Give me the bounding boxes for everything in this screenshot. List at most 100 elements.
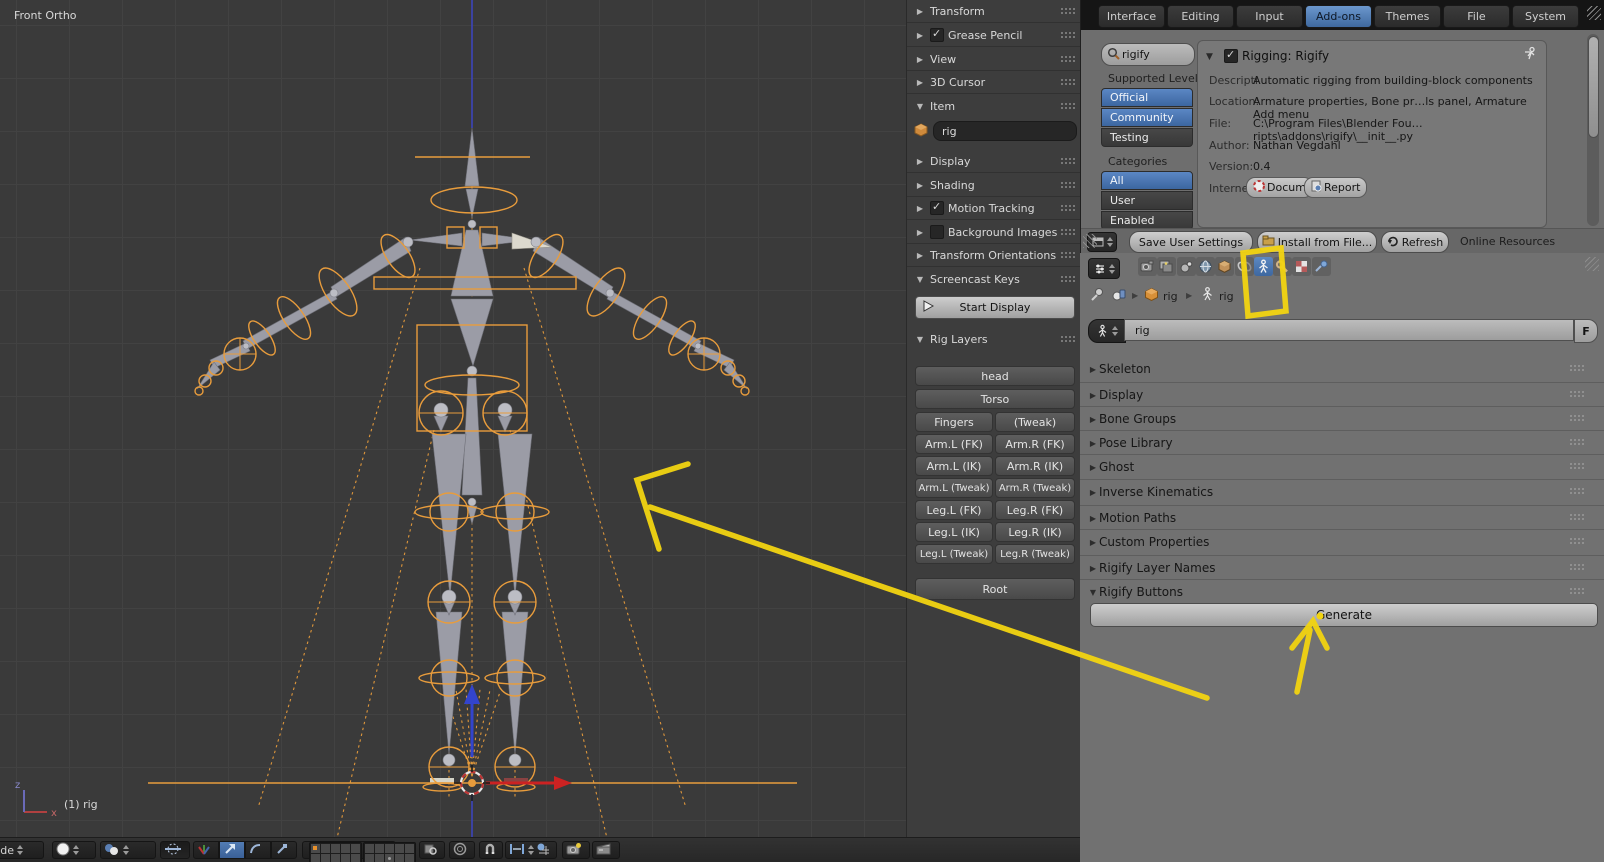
tab-constraints[interactable] (1235, 257, 1254, 276)
panel-grip[interactable] (1569, 587, 1584, 595)
opengl-render-button[interactable] (562, 841, 590, 859)
panel-header-rigify-layer-names[interactable]: Rigify Layer Names (1080, 555, 1604, 580)
save-user-settings-button[interactable]: Save User Settings (1129, 231, 1253, 253)
scrollbar-thumb[interactable] (1588, 36, 1599, 138)
manipulator-rotate-button[interactable] (245, 841, 271, 859)
tab-input[interactable]: Input (1236, 5, 1303, 28)
rig-layer-armL-fk-button[interactable]: Arm.L (FK) (915, 434, 993, 454)
expand-arrow-icon[interactable]: ▼ (1206, 52, 1213, 62)
addon-search-field[interactable] (1101, 43, 1195, 66)
panel-header-transform[interactable]: Transform (907, 0, 1081, 23)
level-official-button[interactable]: Official (1101, 88, 1193, 107)
tab-texture[interactable] (1292, 257, 1311, 276)
panel-grip[interactable] (1569, 563, 1584, 571)
tab-file[interactable]: File (1443, 5, 1510, 28)
pivot-point-dropdown[interactable] (100, 841, 156, 859)
window-resize-grip[interactable] (1083, 234, 1097, 248)
panel-grip[interactable] (1060, 335, 1075, 343)
lock-to-scene-button[interactable] (419, 841, 445, 859)
category-user-button[interactable]: User (1101, 191, 1193, 210)
armature-name-input[interactable] (1135, 324, 1573, 337)
rig-layer-armL-ik-button[interactable]: Arm.L (IK) (915, 456, 993, 476)
editor-type-selector[interactable] (1088, 258, 1120, 279)
panel-grip[interactable] (1060, 228, 1075, 236)
panel-grip[interactable] (1569, 364, 1584, 372)
panel-header-display[interactable]: Display (907, 150, 1081, 173)
addon-entry-rigify[interactable]: ▼ Rigging: Rigify Descripti Automatic ri… (1197, 40, 1547, 228)
tab-editing[interactable]: Editing (1167, 5, 1234, 28)
rig-layer-armR-tweak-button[interactable]: Arm.R (Tweak) (995, 478, 1075, 498)
search-input[interactable] (1122, 48, 1184, 61)
item-name-field[interactable] (933, 121, 1077, 141)
panel-header-3d-cursor[interactable]: 3D Cursor (907, 71, 1081, 94)
grease-pencil-checkbox[interactable] (930, 28, 944, 42)
window-resize-grip[interactable] (1587, 6, 1601, 20)
item-name-input[interactable] (942, 125, 1068, 138)
tab-render-layers[interactable] (1157, 257, 1176, 276)
viewport-shading-dropdown[interactable] (52, 841, 96, 859)
manipulator-translate-button[interactable] (219, 841, 245, 859)
rig-layer-legL-ik-button[interactable]: Leg.L (IK) (915, 522, 993, 542)
layers-grid-1[interactable] (309, 842, 362, 862)
manipulator-toggle-button[interactable] (160, 841, 190, 859)
panel-grip[interactable] (1060, 7, 1075, 15)
panel-header-view[interactable]: View (907, 48, 1081, 71)
rig-layer-legR-tweak-button[interactable]: Leg.R (Tweak) (995, 544, 1075, 564)
panel-header-inverse-kinematics[interactable]: Inverse Kinematics (1080, 479, 1604, 504)
scene-context-icon[interactable] (1112, 287, 1127, 305)
panel-header-bone-groups[interactable]: Bone Groups (1080, 406, 1604, 431)
online-resources-link[interactable]: Online Resources (1460, 235, 1555, 248)
panel-grip[interactable] (1569, 462, 1584, 470)
addon-list-scrollbar[interactable] (1587, 34, 1599, 226)
armature-name-field[interactable] (1124, 319, 1574, 341)
panel-header-ghost[interactable]: Ghost (1080, 454, 1604, 479)
tab-addons[interactable]: Add-ons (1305, 5, 1372, 28)
panel-header-skeleton[interactable]: Skeleton (1080, 357, 1604, 381)
addon-enabled-checkbox[interactable] (1224, 49, 1238, 63)
proportional-edit-dropdown[interactable] (449, 841, 475, 859)
layers-grid-2[interactable] (363, 842, 416, 862)
level-community-button[interactable]: Community (1101, 108, 1193, 127)
panel-grip[interactable] (1060, 204, 1075, 212)
rig-layer-legR-fk-button[interactable]: Leg.R (FK) (995, 500, 1075, 520)
tab-object[interactable] (1215, 257, 1234, 276)
panel-header-background-images[interactable]: Background Images (907, 221, 1081, 244)
tab-scene[interactable] (1177, 257, 1196, 276)
rig-layer-root-button[interactable]: Root (915, 578, 1075, 600)
panel-grip[interactable] (1060, 157, 1075, 165)
rig-layer-torso-button[interactable]: Torso (915, 389, 1075, 409)
panel-header-rigify-buttons[interactable]: Rigify Buttons (1080, 579, 1604, 604)
panel-grip[interactable] (1060, 102, 1075, 110)
manipulator-axis-button[interactable] (193, 841, 219, 859)
tab-world[interactable] (1196, 257, 1215, 276)
panel-header-grease-pencil[interactable]: Grease Pencil (907, 24, 1081, 47)
panel-header-pose-library[interactable]: Pose Library (1080, 430, 1604, 455)
tab-modifiers[interactable] (1273, 257, 1292, 276)
editor-resize-grip[interactable] (1585, 257, 1599, 271)
level-testing-button[interactable]: Testing (1101, 128, 1193, 147)
install-from-file-button[interactable]: Install from File... (1257, 231, 1377, 253)
rig-layer-armL-tweak-button[interactable]: Arm.L (Tweak) (915, 478, 993, 498)
panel-grip[interactable] (1060, 55, 1075, 63)
panel-header-custom-properties[interactable]: Custom Properties (1080, 529, 1604, 554)
panel-grip[interactable] (1060, 181, 1075, 189)
panel-header-rig-layers[interactable]: Rig Layers (907, 328, 1081, 350)
rig-layer-tweak-button[interactable]: (Tweak) (995, 412, 1075, 432)
breadcrumb-object-name[interactable]: rig (1163, 290, 1178, 303)
panel-grip[interactable] (1569, 438, 1584, 446)
rig-layer-legL-tweak-button[interactable]: Leg.L (Tweak) (915, 544, 993, 564)
panel-grip[interactable] (1569, 390, 1584, 398)
panel-header-motion-tracking[interactable]: Motion Tracking (907, 197, 1081, 220)
background-images-checkbox[interactable] (930, 225, 944, 239)
tab-system[interactable]: System (1512, 5, 1579, 28)
rig-layer-legL-fk-button[interactable]: Leg.L (FK) (915, 500, 993, 520)
tab-render[interactable] (1138, 257, 1157, 276)
panel-grip[interactable] (1060, 78, 1075, 86)
rig-layer-armR-fk-button[interactable]: Arm.R (FK) (995, 434, 1075, 454)
documentation-button[interactable]: Docum (1246, 177, 1313, 198)
rig-layer-legR-ik-button[interactable]: Leg.R (IK) (995, 522, 1075, 542)
panel-header-item[interactable]: Item (907, 95, 1081, 117)
panel-grip[interactable] (1060, 251, 1075, 259)
panel-header-motion-paths[interactable]: Motion Paths (1080, 505, 1604, 530)
panel-grip[interactable] (1060, 31, 1075, 39)
